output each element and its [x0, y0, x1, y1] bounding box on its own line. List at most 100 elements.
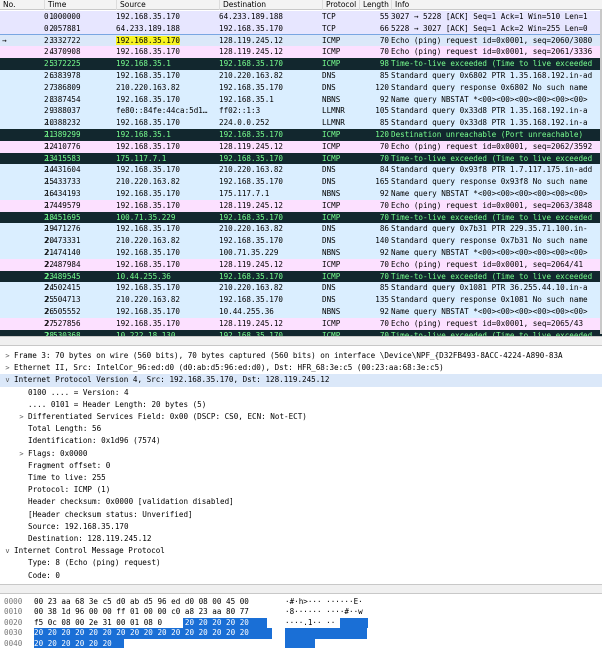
- detail-tree-item[interactable]: Destination: 128.119.245.12: [0, 533, 602, 545]
- chevron-right-icon[interactable]: >: [17, 411, 26, 423]
- packet-row[interactable]: 11 2.389299 192.168.35.1 192.168.35.170 ICMP…: [0, 129, 602, 141]
- detail-tree-item[interactable]: v Internet Protocol Version 4, Src: 192.1…: [0, 374, 602, 387]
- chevron-right-icon[interactable]: >: [3, 362, 12, 374]
- packet-row[interactable]: 7 2.386809 210.220.163.82 192.168.35.170 DNS…: [0, 81, 602, 94]
- detail-tree-item[interactable]: Code: 0: [0, 570, 602, 582]
- packet-length: 98: [379, 59, 389, 69]
- packet-row[interactable]: 14 2.431604 192.168.35.170 210.220.163.82 DN…: [0, 164, 602, 177]
- packet-row[interactable]: 18 2.451695 100.71.35.229 192.168.35.170 ICM…: [0, 211, 602, 224]
- detail-tree-item[interactable]: Type: 8 (Echo (ping) request): [0, 557, 602, 569]
- packet-protocol: ICMP: [322, 47, 341, 57]
- packet-protocol: ICMP: [322, 130, 341, 139]
- column-header-info[interactable]: Info: [391, 0, 602, 10]
- detail-tree-item[interactable]: Identification: 0x1d96 (7574): [0, 435, 602, 447]
- packet-info: Time-to-live exceeded (Time to live exce…: [391, 153, 593, 163]
- packet-length: 86: [379, 224, 389, 234]
- packet-protocol: ICMP: [322, 141, 341, 151]
- column-header-no[interactable]: No.: [0, 0, 44, 10]
- packet-row[interactable]: 27 2.527856 192.168.35.170 128.119.245.12 IC…: [0, 317, 602, 330]
- detail-tree-item[interactable]: Source: 192.168.35.170: [0, 521, 602, 533]
- packet-row[interactable]: 12 2.410776 192.168.35.170 128.119.245.12 IC…: [0, 140, 602, 153]
- detail-tree-item[interactable]: > Differentiated Services Field: 0x00 (DS…: [0, 411, 602, 423]
- pane-splitter-top[interactable]: [0, 336, 602, 346]
- detail-tree-item[interactable]: .... 0101 = Header Length: 20 bytes (5): [0, 399, 602, 411]
- detail-tree-item[interactable]: Header checksum: 0x0000 [validation disa…: [0, 496, 602, 508]
- packet-details-pane[interactable]: > Frame 3: 70 bytes on wire (560 bits), 7…: [0, 348, 602, 584]
- detail-text: Type: 8 (Echo (ping) request): [28, 558, 161, 568]
- packet-row[interactable]: 8 2.387454 192.168.35.170 192.168.35.1 NBNS 9…: [0, 93, 602, 106]
- packet-protocol: NBNS: [322, 189, 341, 198]
- column-header-time[interactable]: Time: [44, 0, 116, 10]
- chevron-right-icon[interactable]: >: [3, 350, 12, 362]
- detail-tree-item[interactable]: > Frame 3: 70 bytes on wire (560 bits), 7…: [0, 350, 602, 362]
- detail-text: Flags: 0x0000: [28, 448, 88, 458]
- packet-time: 2.505552: [44, 307, 81, 316]
- detail-text: Destination: 128.119.245.12: [28, 534, 152, 543]
- packet-time: 2.431604: [44, 165, 81, 175]
- packet-protocol: ICMP: [322, 259, 341, 269]
- packet-row[interactable]: 13 2.415583 175.117.7.1 192.168.35.170 ICMP 7…: [0, 152, 602, 165]
- packet-destination: 192.168.35.170: [219, 177, 284, 187]
- hex-line[interactable]: 0040 20 20 20 20 20 20: [0, 639, 602, 648]
- detail-tree-item[interactable]: Fragment offset: 0: [0, 460, 602, 472]
- packet-bytes-pane[interactable]: 0000 00 23 aa 68 3e c5 d0 ab d5 96 ed d0 …: [0, 596, 602, 648]
- hex-line[interactable]: 0030 20 20 20 20 20 20 20 20 20 20 20 20 …: [0, 628, 602, 638]
- chevron-right-icon[interactable]: >: [17, 448, 26, 460]
- column-header-source[interactable]: Source: [116, 0, 219, 10]
- packet-row[interactable]: 1 0.000000 192.168.35.170 64.233.189.188 TCP…: [0, 11, 602, 23]
- packet-row[interactable]: 17 2.449579 192.168.35.170 128.119.245.12 IC…: [0, 199, 602, 212]
- packet-destination: 210.220.163.82: [219, 165, 284, 175]
- detail-tree-item[interactable]: > Flags: 0x0000: [0, 448, 602, 460]
- packet-row[interactable]: 21 2.474140 192.168.35.170 100.71.35.229 NBN…: [0, 247, 602, 259]
- chevron-down-icon[interactable]: v: [3, 545, 12, 557]
- detail-tree-item[interactable]: [Header checksum status: Unverified]: [0, 509, 602, 521]
- packet-source: 192.168.35.170: [116, 47, 181, 57]
- packet-length: 70: [379, 200, 389, 210]
- pane-splitter-bottom[interactable]: [0, 584, 602, 594]
- packet-row[interactable]: 16 2.434193 192.168.35.170 175.117.7.1 NBNS 9…: [0, 188, 602, 200]
- packet-info: Standard query 0x1081 PTR 36.255.44.10.i…: [391, 283, 588, 293]
- packet-row[interactable]: 6 2.383978 192.168.35.170 210.220.163.82 DNS…: [0, 70, 602, 82]
- packet-length: 165: [375, 177, 389, 187]
- packet-row[interactable]: 26 2.505552 192.168.35.170 10.44.255.36 NBNS…: [0, 306, 602, 318]
- packet-time: 2.387454: [44, 94, 81, 104]
- packet-row[interactable]: 22 2.487984 192.168.35.170 128.119.245.12 IC…: [0, 258, 602, 271]
- packet-row[interactable]: 19 2.471276 192.168.35.170 210.220.163.82 DN…: [0, 223, 602, 236]
- column-header-length[interactable]: Length: [359, 0, 391, 10]
- hex-offset: 0020: [4, 617, 23, 627]
- detail-tree-item[interactable]: Total Length: 56: [0, 423, 602, 435]
- packet-destination: 192.168.35.170: [219, 295, 284, 305]
- packet-source: 192.168.35.170: [116, 71, 181, 80]
- column-header-destination[interactable]: Destination: [219, 0, 322, 10]
- detail-tree-item[interactable]: v Internet Control Message Protocol: [0, 545, 602, 557]
- packet-row[interactable]: 25 2.504713 210.220.163.82 192.168.35.170 DN…: [0, 294, 602, 306]
- hex-line[interactable]: 0020 f5 0c 08 00 2e 31 00 01 08 0c 20 20 …: [0, 618, 602, 628]
- packet-destination: 192.168.35.170: [219, 130, 284, 139]
- packet-length: 70: [379, 141, 389, 151]
- packet-row[interactable]: 15 2.433733 210.220.163.82 192.168.35.170 DN…: [0, 176, 602, 188]
- detail-tree-item[interactable]: Protocol: ICMP (1): [0, 484, 602, 496]
- packet-row[interactable]: 5 2.372225 192.168.35.1 192.168.35.170 ICMP 9…: [0, 58, 602, 70]
- packet-row[interactable]: 3 2.332722 192.168.35.170 128.119.245.12 ICM…: [0, 33, 602, 48]
- detail-tree-item[interactable]: Time to live: 255: [0, 472, 602, 484]
- packet-row[interactable]: 23 2.489545 10.44.255.36 192.168.35.170 ICMP…: [0, 270, 602, 283]
- hex-line[interactable]: 0010 00 38 1d 96 00 00 ff 01 00 00 c0 a8 …: [0, 607, 602, 617]
- packet-list[interactable]: No. Time Source Destination Protocol Len…: [0, 0, 602, 336]
- column-header-protocol[interactable]: Protocol: [322, 0, 363, 10]
- chevron-down-icon[interactable]: v: [3, 374, 12, 386]
- packet-source: 192.168.35.170: [116, 165, 181, 175]
- packet-row[interactable]: 20 2.473331 210.220.163.82 192.168.35.170 DN…: [0, 235, 602, 247]
- hex-offset: 0010: [4, 607, 23, 617]
- detail-text: Ethernet II, Src: IntelCor_96:ed:d0 (d0:…: [14, 363, 444, 373]
- packet-row[interactable]: 4 2.370908 192.168.35.170 128.119.245.12 ICM…: [0, 46, 602, 59]
- packet-source: 192.168.35.170: [116, 12, 181, 21]
- packet-row[interactable]: 10 2.388232 192.168.35.170 224.0.0.252 LLMNR…: [0, 117, 602, 129]
- hex-line[interactable]: 0000 00 23 aa 68 3e c5 d0 ab d5 96 ed d0 …: [0, 597, 602, 607]
- packet-row[interactable]: 2 0.057881 64.233.189.188 192.168.35.170 TCP…: [0, 22, 602, 35]
- packet-info: Echo (ping) request id=0x0001, seq=2064/…: [391, 259, 584, 269]
- detail-tree-item[interactable]: 0100 .... = Version: 4: [0, 387, 602, 399]
- packet-protocol: NBNS: [322, 94, 341, 104]
- detail-tree-item[interactable]: > Ethernet II, Src: IntelCor_96:ed:d0 (d0…: [0, 362, 602, 374]
- packet-row[interactable]: 24 2.502415 192.168.35.170 210.220.163.82 DN…: [0, 282, 602, 295]
- packet-row[interactable]: 9 2.388037 fe80::84fe:44ca:5d1… ff02::1:3 LL…: [0, 105, 602, 118]
